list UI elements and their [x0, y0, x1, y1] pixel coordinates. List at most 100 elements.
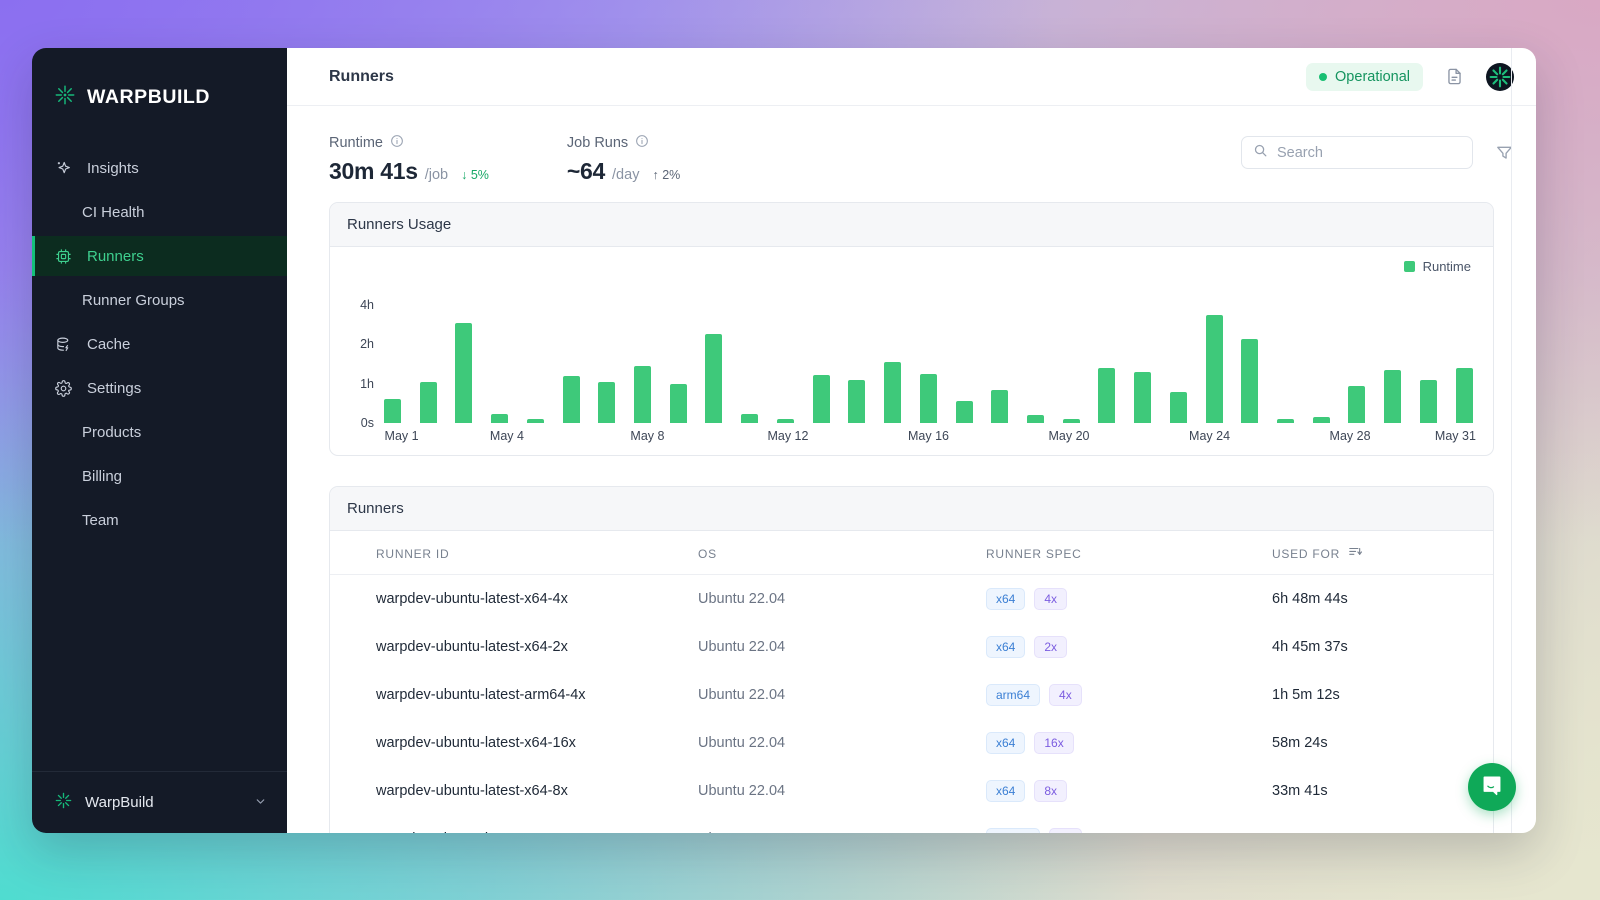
chart-bar[interactable]	[813, 375, 830, 423]
cell-runner-id: warpdev-ubuntu-latest-x64-2x	[330, 623, 698, 671]
column-header-runner-spec[interactable]: RUNNER SPEC	[986, 531, 1272, 575]
sidebar-item-products[interactable]: Products	[32, 412, 287, 452]
chart-bar[interactable]	[455, 323, 472, 423]
chart-bar[interactable]	[1063, 419, 1080, 423]
table-row[interactable]: warpdev-ubuntu-latest-x64-16xUbuntu 22.0…	[330, 719, 1493, 767]
avatar[interactable]	[1486, 63, 1514, 91]
badge-multiplier: 4x	[1049, 684, 1082, 706]
chart-bar[interactable]	[384, 399, 401, 423]
table-row[interactable]: warpdev-ubuntu-latest-arm64-4xUbuntu 22.…	[330, 671, 1493, 719]
badge-arch: arm64	[986, 684, 1040, 706]
chart-bar[interactable]	[563, 376, 580, 423]
legend-swatch	[1404, 261, 1415, 272]
sparkle-icon	[54, 159, 73, 178]
chart-bar[interactable]	[1277, 419, 1294, 423]
chart-bar[interactable]	[527, 419, 544, 423]
chart-bar[interactable]	[1241, 339, 1258, 423]
arrow-down-icon: ↓	[461, 168, 467, 182]
arrow-up-icon: ↑	[652, 168, 658, 182]
sidebar-item-team[interactable]: Team	[32, 500, 287, 540]
column-header-used-for[interactable]: USED FOR	[1272, 531, 1493, 575]
sidebar-item-label: Team	[82, 512, 119, 529]
table-body: warpdev-ubuntu-latest-x64-4xUbuntu 22.04…	[330, 575, 1493, 834]
status-dot-icon	[1319, 73, 1327, 81]
runners-table-card: Runners RUNNER ID OS	[329, 486, 1494, 833]
column-header-os[interactable]: OS	[698, 531, 986, 575]
status-badge[interactable]: Operational	[1306, 63, 1423, 91]
runners-usage-card: Runners Usage Runtime 0s1h2h4h May 1May …	[329, 202, 1494, 456]
chart-y-tick: 0s	[361, 416, 374, 430]
chart-x-tick: May 28	[1330, 429, 1371, 443]
cell-runner-spec: arm642x	[986, 815, 1272, 833]
sidebar-item-ci-health[interactable]: CI Health	[32, 192, 287, 232]
sort-desc-icon[interactable]	[1348, 545, 1362, 562]
sidebar-item-insights[interactable]: Insights	[32, 148, 287, 188]
card-title: Runners Usage	[330, 203, 1493, 247]
chart-bar[interactable]	[777, 419, 794, 423]
table-header-row: RUNNER ID OS RUNNER SPEC	[330, 531, 1493, 575]
table-row[interactable]: warpdev-ubuntu-latest-x64-2xUbuntu 22.04…	[330, 623, 1493, 671]
table-header: RUNNER ID OS RUNNER SPEC	[330, 531, 1493, 575]
chart-bar[interactable]	[1420, 380, 1437, 423]
info-icon[interactable]	[635, 134, 649, 152]
chart-bar[interactable]	[1456, 368, 1473, 423]
cell-runner-spec: x6416x	[986, 719, 1272, 767]
sidebar-item-label: Insights	[87, 160, 139, 177]
sidebar-item-label: CI Health	[82, 204, 145, 221]
sidebar-item-runner-groups[interactable]: Runner Groups	[32, 280, 287, 320]
chart-bar[interactable]	[598, 382, 615, 423]
stat-delta: ↑ 2%	[652, 168, 680, 182]
chart-y-tick: 2h	[360, 337, 374, 351]
chart-legend: Runtime	[1404, 259, 1471, 274]
runners-usage-chart[interactable]: Runtime 0s1h2h4h May 1May 4May 8May 12Ma…	[330, 247, 1493, 455]
chevron-down-icon[interactable]	[254, 795, 267, 811]
chart-bar[interactable]	[634, 366, 651, 423]
badge-arch: x64	[986, 732, 1025, 754]
chart-bar[interactable]	[1027, 415, 1044, 423]
chart-bar[interactable]	[670, 384, 687, 423]
chart-bar[interactable]	[1170, 392, 1187, 423]
chart-bar[interactable]	[1098, 368, 1115, 423]
table-row[interactable]: warpdev-ubuntu-latest-x64-4xUbuntu 22.04…	[330, 575, 1493, 624]
chart-bar[interactable]	[848, 380, 865, 423]
sparkle-burst-icon	[54, 791, 73, 815]
stat-unit: /job	[425, 167, 448, 183]
badge-arch: x64	[986, 636, 1025, 658]
brand-logo[interactable]: WARPBUILD	[32, 48, 287, 118]
database-icon	[54, 335, 73, 354]
sidebar-item-billing[interactable]: Billing	[32, 456, 287, 496]
chart-bar[interactable]	[1384, 370, 1401, 423]
document-icon[interactable]	[1445, 67, 1464, 86]
chart-bar[interactable]	[491, 414, 508, 423]
scrollbar-track[interactable]	[1511, 48, 1512, 833]
chart-bar[interactable]	[956, 401, 973, 423]
column-header-runner-id[interactable]: RUNNER ID	[330, 531, 698, 575]
search-box[interactable]	[1241, 136, 1473, 169]
table-row[interactable]: warpdev-ubuntu-latest-x64-8xUbuntu 22.04…	[330, 767, 1493, 815]
content-scroll-region[interactable]: Runners Usage Runtime 0s1h2h4h May 1May …	[287, 202, 1536, 833]
chart-bar[interactable]	[705, 334, 722, 423]
legend-label: Runtime	[1423, 259, 1471, 274]
sidebar-nav: Insights CI Health Runners Runner Groups	[32, 148, 287, 771]
chart-bar[interactable]	[1348, 386, 1365, 423]
chart-bar[interactable]	[1313, 417, 1330, 423]
cell-runner-spec: x642x	[986, 623, 1272, 671]
chart-bar[interactable]	[741, 414, 758, 423]
chart-bar[interactable]	[991, 390, 1008, 423]
chart-bar[interactable]	[420, 382, 437, 423]
org-switcher[interactable]: WarpBuild	[32, 771, 287, 833]
sidebar-item-cache[interactable]: Cache	[32, 324, 287, 364]
chart-bar[interactable]	[920, 374, 937, 423]
cell-runner-id: warpdev-ubuntu-latest-arm64-4x	[330, 671, 698, 719]
sidebar-item-settings[interactable]: Settings	[32, 368, 287, 408]
page-title: Runners	[329, 68, 1306, 86]
sidebar-item-runners[interactable]: Runners	[32, 236, 287, 276]
chart-bar[interactable]	[1206, 315, 1223, 423]
chat-launcher-button[interactable]	[1468, 763, 1516, 811]
chart-bar[interactable]	[1134, 372, 1151, 423]
table-row[interactable]: warpdev-ubuntu-latest-arm64-2xUbuntu 22.…	[330, 815, 1493, 833]
chart-bar[interactable]	[884, 362, 901, 423]
info-icon[interactable]	[390, 134, 404, 152]
search-input[interactable]	[1277, 145, 1461, 161]
sidebar-item-label: Runner Groups	[82, 292, 185, 309]
